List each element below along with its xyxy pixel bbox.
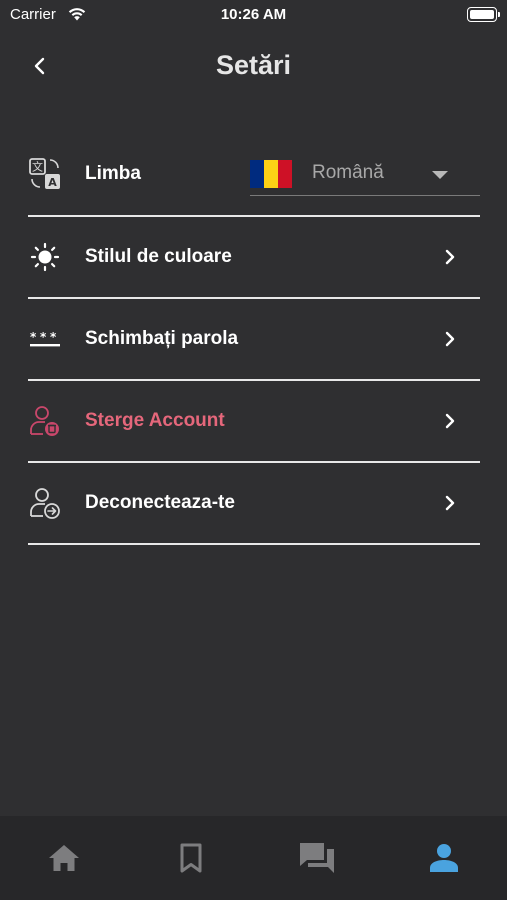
settings-row-logout[interactable]: Deconecteaza-te <box>28 463 480 545</box>
bookmark-icon <box>180 843 202 873</box>
tab-home[interactable] <box>44 838 84 878</box>
dropdown-arrow-icon <box>432 171 448 179</box>
language-label: Limba <box>85 162 141 184</box>
password-icon: * * * <box>28 322 62 356</box>
delete-account-label: Sterge Account <box>85 410 225 431</box>
settings-row-color-style[interactable]: Stilul de culoare <box>28 217 480 299</box>
battery-icon <box>467 7 500 22</box>
language-value: Română <box>312 162 384 183</box>
color-style-label: Stilul de culoare <box>85 246 232 267</box>
page-title: Setări <box>215 50 292 80</box>
home-icon <box>49 845 79 871</box>
chat-icon <box>300 843 334 873</box>
tab-profile[interactable] <box>424 838 464 878</box>
svg-text:文: 文 <box>32 159 43 173</box>
svg-text:*: * <box>30 330 37 344</box>
romania-flag-icon <box>250 160 292 188</box>
logout-user-icon <box>28 486 62 520</box>
translate-icon: 文 A <box>28 157 62 191</box>
chevron-right-icon <box>440 247 460 267</box>
settings-row-change-password[interactable]: * * * Schimbați parola <box>28 299 480 381</box>
chevron-right-icon <box>440 493 460 513</box>
tab-bookmarks[interactable] <box>171 838 211 878</box>
svg-text:*: * <box>50 330 57 344</box>
logout-label: Deconecteaza-te <box>85 492 235 513</box>
settings-list: 文 A Limba Română Stilul de culoare * * *… <box>28 132 480 545</box>
svg-text:A: A <box>48 176 57 189</box>
clock: 10:26 AM <box>220 6 287 23</box>
navigation-bar: Setări <box>0 40 507 94</box>
sun-icon <box>28 240 62 274</box>
tab-messages[interactable] <box>297 838 337 878</box>
language-dropdown[interactable]: Română <box>250 154 480 196</box>
delete-user-icon <box>28 404 62 438</box>
chevron-right-icon <box>440 411 460 431</box>
profile-icon <box>430 844 458 872</box>
bottom-tab-bar <box>0 816 507 900</box>
change-password-label: Schimbați parola <box>85 328 239 349</box>
chevron-right-icon <box>440 329 460 349</box>
status-bar: Carrier 10:26 AM <box>0 0 507 30</box>
svg-text:*: * <box>40 330 47 344</box>
settings-row-delete-account[interactable]: Sterge Account <box>28 381 480 463</box>
settings-row-language: 文 A Limba Română <box>28 132 480 217</box>
